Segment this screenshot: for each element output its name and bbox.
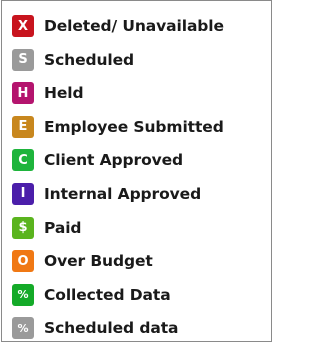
legend-list: X Deleted/ Unavailable S Scheduled H Hel… — [12, 15, 224, 351]
legend-label: Collected Data — [44, 285, 171, 304]
s-badge-icon: S — [12, 48, 34, 71]
h-badge-icon: H — [12, 82, 34, 105]
legend-label: Over Budget — [44, 252, 153, 271]
legend-label: Held — [44, 84, 84, 103]
legend-item-held: H Held — [12, 82, 224, 105]
legend-item-deleted: X Deleted/ Unavailable — [12, 15, 224, 37]
legend-label: Client Approved — [44, 151, 184, 170]
legend-label: Employee Submitted — [44, 117, 224, 136]
status-legend: X Deleted/ Unavailable S Scheduled H Hel… — [1, 0, 272, 342]
legend-label: Deleted/ Unavailable — [44, 17, 224, 35]
dollar-badge-icon: $ — [12, 216, 34, 239]
legend-item-collected-data: % Collected Data — [12, 283, 224, 306]
o-badge-icon: O — [12, 250, 34, 273]
percent-badge-icon: % — [12, 317, 34, 340]
legend-label: Internal Approved — [44, 184, 202, 203]
c-badge-icon: C — [12, 149, 34, 172]
legend-item-employee-submitted: E Employee Submitted — [12, 115, 224, 138]
x-badge-icon: X — [12, 15, 34, 37]
legend-item-internal-approved: I Internal Approved — [12, 182, 224, 205]
legend-label: Paid — [44, 218, 82, 237]
legend-item-scheduled-data: % Scheduled data — [12, 317, 224, 340]
legend-label: Scheduled data — [44, 319, 179, 338]
e-badge-icon: E — [12, 115, 34, 138]
legend-item-scheduled: S Scheduled — [12, 48, 224, 71]
legend-item-client-approved: C Client Approved — [12, 149, 224, 172]
i-badge-icon: I — [12, 182, 34, 205]
percent-badge-icon: % — [12, 283, 34, 306]
legend-label: Scheduled — [44, 50, 135, 69]
legend-item-over-budget: O Over Budget — [12, 250, 224, 273]
legend-item-paid: $ Paid — [12, 216, 224, 239]
